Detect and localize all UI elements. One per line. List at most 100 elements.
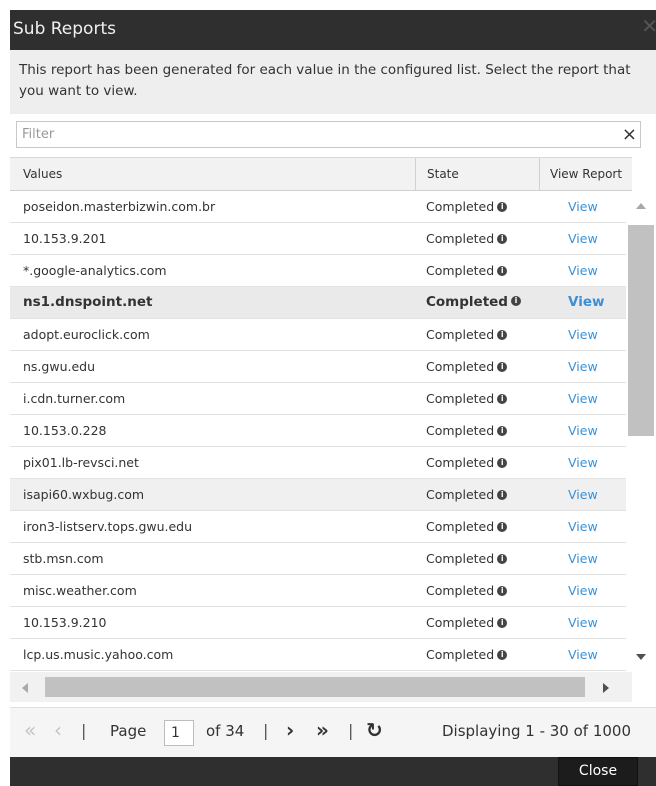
view-report-link[interactable]: View bbox=[568, 383, 598, 414]
page-number-input[interactable] bbox=[164, 720, 194, 746]
row-value: lcp.us.music.yahoo.com bbox=[23, 647, 174, 662]
info-icon[interactable]: i bbox=[497, 329, 508, 340]
table-row[interactable]: lcp.us.music.yahoo.com Completed i View bbox=[10, 639, 626, 671]
clear-filter-icon[interactable]: × bbox=[622, 123, 637, 147]
scroll-up-arrow-icon[interactable] bbox=[636, 203, 646, 209]
row-value: iron3-listserv.tops.gwu.edu bbox=[23, 519, 193, 534]
horizontal-scrollbar[interactable] bbox=[10, 672, 632, 702]
row-value: *.google-analytics.com bbox=[23, 263, 167, 278]
view-report-link[interactable]: View bbox=[568, 223, 598, 254]
filter-input[interactable] bbox=[17, 122, 607, 147]
table-row[interactable]: adopt.euroclick.com Completed i View bbox=[10, 319, 626, 351]
row-state-label: Completed bbox=[426, 263, 495, 278]
info-icon[interactable]: i bbox=[510, 296, 521, 306]
column-header-view-report[interactable]: View Report bbox=[540, 158, 632, 191]
prev-page-icon[interactable]: ‹ bbox=[54, 718, 62, 742]
table-row[interactable]: iron3-listserv.tops.gwu.edu Completed i Vie… bbox=[10, 511, 626, 543]
view-report-link[interactable]: View bbox=[568, 447, 598, 478]
horizontal-scroll-thumb[interactable] bbox=[45, 677, 585, 697]
table-row[interactable]: misc.weather.com Completed i View bbox=[10, 575, 626, 607]
row-state-label: Completed bbox=[426, 647, 495, 662]
info-icon[interactable]: i bbox=[497, 233, 508, 244]
table-row[interactable]: ns1.dnspoint.net Completed i View bbox=[10, 287, 626, 319]
view-report-link[interactable]: View bbox=[568, 543, 598, 574]
view-report-link[interactable]: View bbox=[568, 319, 598, 350]
view-report-link[interactable]: View bbox=[568, 351, 598, 382]
vertical-scroll-thumb[interactable] bbox=[628, 225, 654, 436]
info-icon[interactable]: i bbox=[497, 585, 508, 596]
vertical-scrollbar[interactable] bbox=[626, 191, 656, 671]
table-row[interactable]: i.cdn.turner.com Completed i View bbox=[10, 383, 626, 415]
dialog-titlebar: Sub Reports ✕ bbox=[10, 10, 656, 50]
row-state: Completed i bbox=[426, 607, 508, 638]
table-row[interactable]: pix01.lb-revsci.net Completed i View bbox=[10, 447, 626, 479]
pagination-bar: « ‹ | Page of 34 | › » | ↻ Displaying 1 … bbox=[10, 707, 656, 757]
scroll-right-arrow-icon[interactable] bbox=[603, 683, 609, 693]
pager-separator: | bbox=[81, 721, 87, 740]
column-header-state[interactable]: State bbox=[416, 158, 540, 191]
refresh-icon[interactable]: ↻ bbox=[366, 718, 383, 742]
view-report-link[interactable]: View bbox=[568, 255, 598, 286]
view-report-link[interactable]: View bbox=[568, 511, 598, 542]
table-row[interactable]: poseidon.masterbizwin.com.br Completed i Vi… bbox=[10, 191, 626, 223]
page-count: of 34 bbox=[206, 722, 245, 740]
column-header-values[interactable]: Values bbox=[10, 158, 416, 191]
scroll-down-arrow-icon[interactable] bbox=[636, 654, 646, 660]
row-state: Completed i bbox=[426, 575, 508, 606]
view-report-link[interactable]: View bbox=[568, 479, 598, 510]
next-page-icon[interactable]: › bbox=[286, 718, 294, 742]
row-state-label: Completed bbox=[426, 391, 495, 406]
table-header: Values State View Report bbox=[10, 157, 632, 191]
table-row[interactable]: ns.gwu.edu Completed i View bbox=[10, 351, 626, 383]
row-state: Completed i bbox=[426, 287, 521, 318]
pager-separator: | bbox=[263, 721, 269, 740]
first-page-icon[interactable]: « bbox=[24, 718, 36, 742]
row-value: adopt.euroclick.com bbox=[23, 327, 150, 342]
row-state-label: Completed bbox=[426, 583, 495, 598]
info-icon[interactable]: i bbox=[497, 265, 508, 276]
view-report-link[interactable]: View bbox=[568, 415, 598, 446]
close-button[interactable]: Close bbox=[558, 757, 638, 786]
row-value: 10.153.9.210 bbox=[23, 615, 107, 630]
scroll-left-arrow-icon[interactable] bbox=[22, 683, 28, 693]
info-icon[interactable]: i bbox=[497, 393, 508, 404]
row-state-label: Completed bbox=[426, 359, 495, 374]
view-report-link[interactable]: View bbox=[568, 191, 598, 222]
table-row[interactable]: isapi60.wxbug.com Completed i View bbox=[10, 479, 626, 511]
view-report-link[interactable]: View bbox=[568, 639, 598, 670]
row-value: isapi60.wxbug.com bbox=[23, 487, 145, 502]
info-icon[interactable]: i bbox=[497, 617, 508, 628]
row-state: Completed i bbox=[426, 415, 508, 446]
row-state: Completed i bbox=[426, 351, 508, 382]
last-page-icon[interactable]: » bbox=[316, 718, 329, 742]
info-icon[interactable]: i bbox=[497, 521, 508, 532]
view-report-link[interactable]: View bbox=[568, 607, 598, 638]
row-value: stb.msn.com bbox=[23, 551, 104, 566]
table-row[interactable]: stb.msn.com Completed i View bbox=[10, 543, 626, 575]
view-report-link[interactable]: View bbox=[568, 287, 604, 318]
dialog-footer: Close bbox=[10, 757, 656, 786]
row-value: ns1.dnspoint.net bbox=[23, 294, 153, 310]
info-icon[interactable]: i bbox=[497, 361, 508, 372]
table-row[interactable]: 10.153.9.210 Completed i View bbox=[10, 607, 626, 639]
row-state: Completed i bbox=[426, 319, 508, 350]
row-state-label: Completed bbox=[426, 455, 495, 470]
table-row[interactable]: 10.153.9.201 Completed i View bbox=[10, 223, 626, 255]
view-report-link[interactable]: View bbox=[568, 575, 598, 606]
row-state: Completed i bbox=[426, 479, 508, 510]
info-icon[interactable]: i bbox=[497, 553, 508, 564]
info-icon[interactable]: i bbox=[497, 489, 508, 500]
info-icon[interactable]: i bbox=[497, 649, 508, 660]
info-icon[interactable]: i bbox=[497, 201, 508, 212]
info-icon[interactable]: i bbox=[497, 425, 508, 436]
close-icon[interactable]: ✕ bbox=[641, 16, 656, 36]
row-state: Completed i bbox=[426, 383, 508, 414]
row-state: Completed i bbox=[426, 543, 508, 574]
row-value: 10.153.0.228 bbox=[23, 423, 107, 438]
row-state-label: Completed bbox=[426, 294, 508, 310]
table-row[interactable]: *.google-analytics.com Completed i View bbox=[10, 255, 626, 287]
dialog-description: This report has been generated for each … bbox=[10, 50, 656, 114]
info-icon[interactable]: i bbox=[497, 457, 508, 468]
table-row[interactable]: 10.153.0.228 Completed i View bbox=[10, 415, 626, 447]
row-state-label: Completed bbox=[426, 615, 495, 630]
